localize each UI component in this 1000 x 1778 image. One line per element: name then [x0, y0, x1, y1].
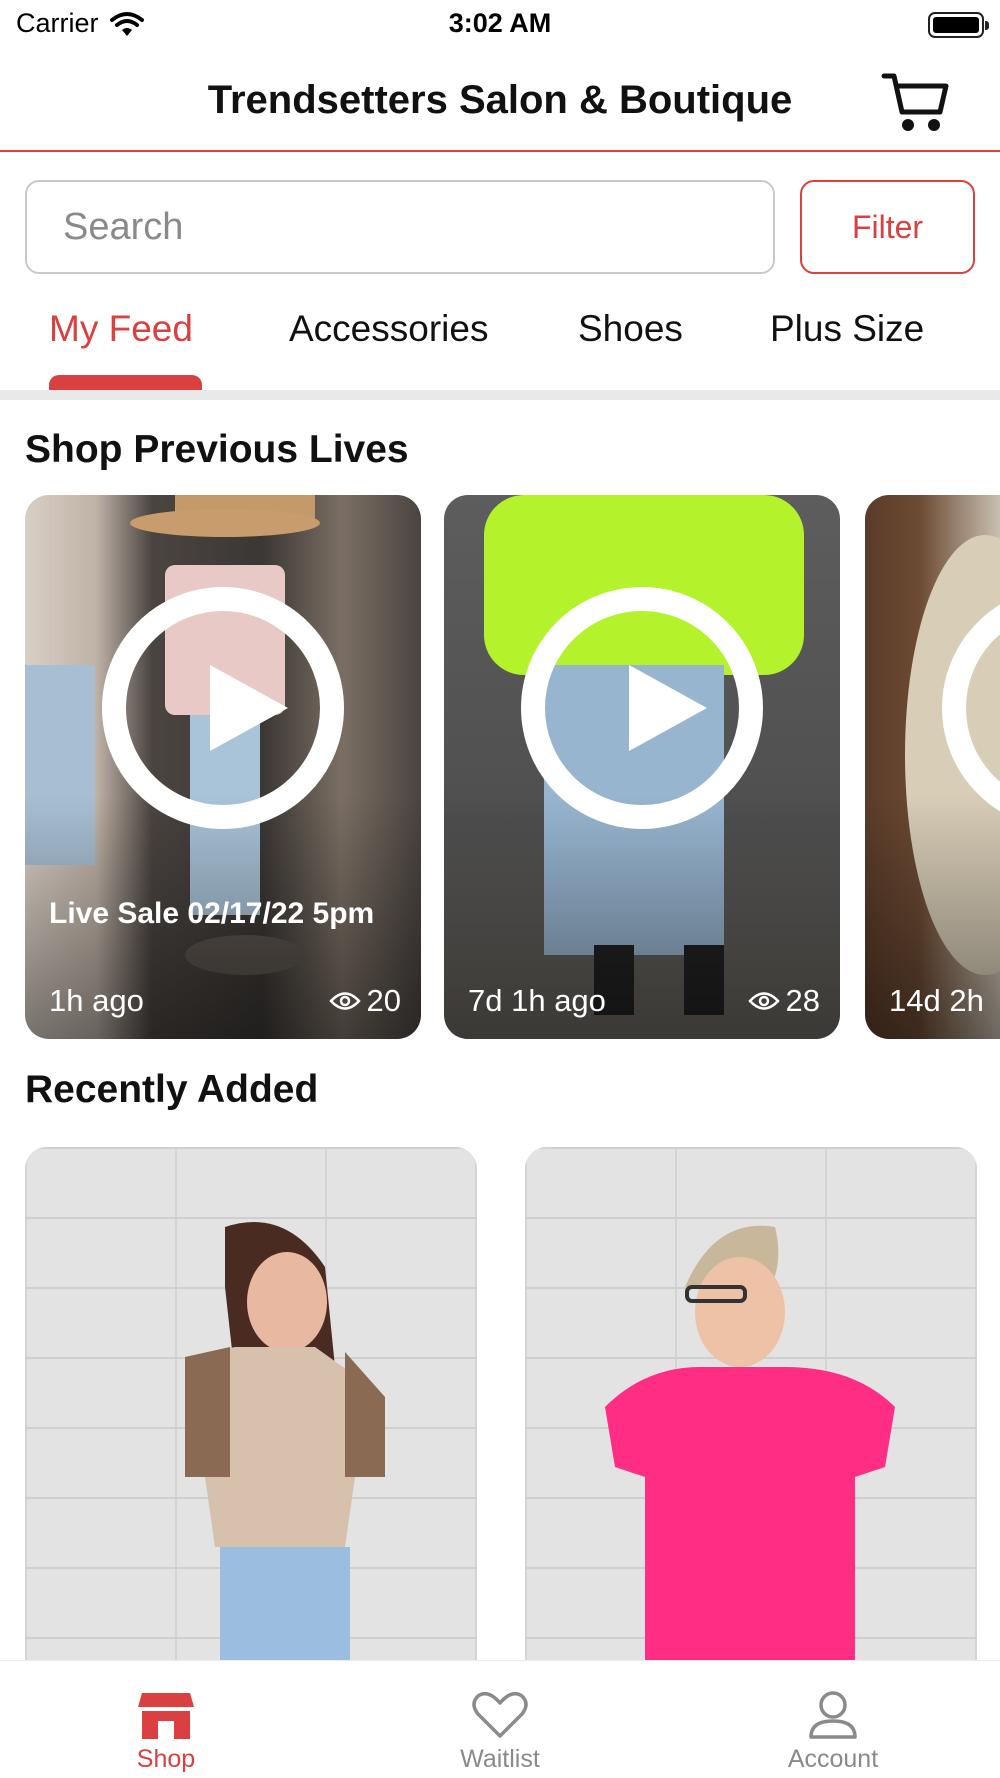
view-count: 20 — [328, 983, 401, 1019]
product-image — [605, 1225, 895, 1667]
nav-label: Account — [787, 1745, 879, 1773]
view-count-value: 20 — [366, 983, 401, 1018]
view-count-value: 28 — [785, 983, 820, 1018]
status-bar: Carrier 3:02 AM — [0, 0, 1000, 50]
live-video-card[interactable]: Live Sale 02/17/22 5pm 1h ago 20 — [25, 495, 421, 1039]
product-image — [185, 1222, 385, 1667]
product-card[interactable] — [25, 1147, 477, 1667]
nav-account[interactable]: Account — [733, 1661, 933, 1778]
eye-icon — [328, 992, 361, 1010]
nav-label: Shop — [136, 1745, 196, 1773]
live-time-ago: 7d 1h ago — [468, 983, 606, 1018]
play-button[interactable] — [102, 587, 344, 829]
cart-icon[interactable] — [880, 68, 952, 136]
nav-waitlist[interactable]: Waitlist — [400, 1661, 600, 1778]
person-icon — [809, 1691, 857, 1739]
live-video-card[interactable]: 7d 1h ago 28 — [444, 495, 840, 1039]
live-time-ago: 1h ago — [49, 983, 144, 1018]
page-title: Trendsetters Salon & Boutique — [207, 78, 793, 122]
header: Trendsetters Salon & Boutique — [0, 50, 1000, 152]
tab-plus-size[interactable]: Plus Size — [770, 308, 924, 350]
section-title-recently-added: Recently Added — [25, 1068, 319, 1111]
bottom-nav: Shop Waitlist Account — [0, 1660, 1000, 1778]
search-input[interactable] — [25, 180, 775, 274]
store-icon — [138, 1693, 194, 1739]
nav-label: Waitlist — [460, 1745, 540, 1773]
live-time-ago: 14d 2h — [889, 983, 984, 1018]
eye-icon — [747, 992, 780, 1010]
tab-accessories[interactable]: Accessories — [289, 308, 488, 350]
active-tab-indicator — [49, 375, 202, 391]
view-count: 28 — [747, 983, 820, 1019]
heart-icon — [472, 1691, 528, 1738]
live-title: Live Sale 02/17/22 5pm — [49, 897, 375, 930]
status-time: 3:02 AM — [448, 8, 552, 38]
product-card[interactable] — [525, 1147, 977, 1667]
live-video-card[interactable]: 14d 2h — [865, 495, 1000, 1039]
tab-shoes[interactable]: Shoes — [578, 308, 683, 350]
filter-button[interactable]: Filter — [800, 180, 975, 274]
category-tabs: My Feed Accessories Shoes Plus Size — [0, 300, 1000, 391]
battery-icon — [928, 12, 989, 38]
nav-shop[interactable]: Shop — [66, 1661, 266, 1778]
section-title-previous-lives: Shop Previous Lives — [25, 428, 409, 471]
play-button[interactable] — [521, 587, 763, 829]
tab-my-feed[interactable]: My Feed — [49, 308, 193, 350]
divider — [0, 390, 1000, 400]
